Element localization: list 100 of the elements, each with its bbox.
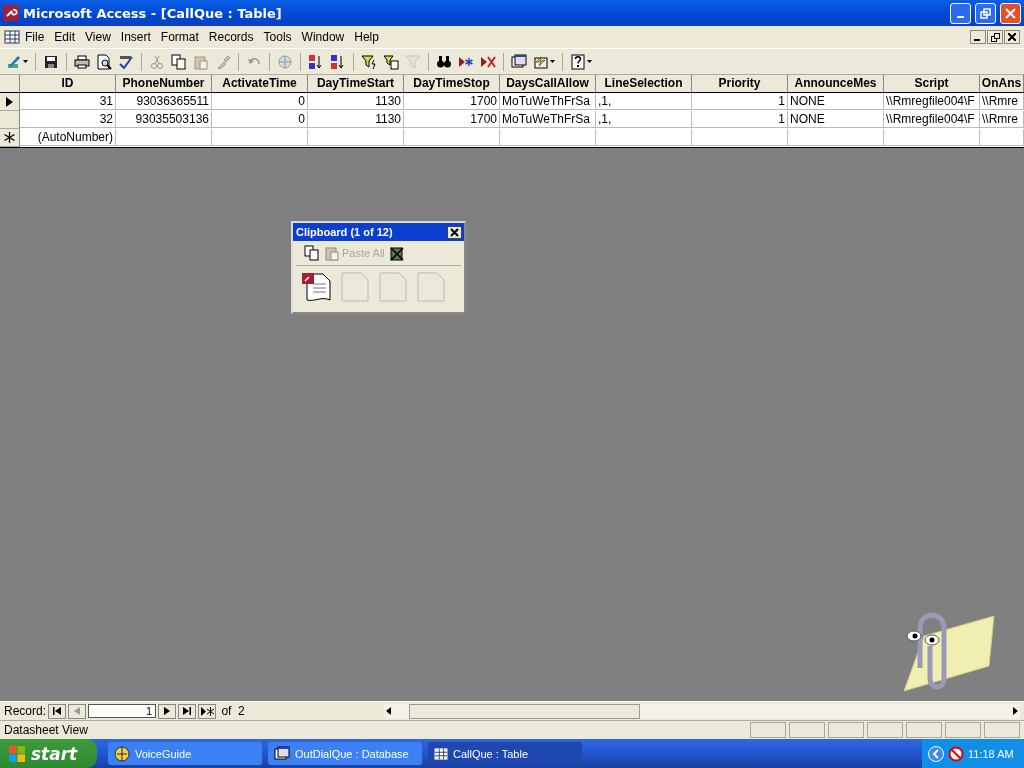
table-icon (434, 746, 448, 761)
menu-item[interactable]: View (80, 28, 116, 46)
taskbar-button[interactable]: OutDialQue : Database (268, 742, 422, 765)
clipboard-item-icon[interactable] (301, 272, 331, 302)
status-pane (945, 722, 981, 738)
menu-item[interactable]: Format (155, 28, 204, 46)
column-header[interactable]: DaysCallAllow (500, 75, 596, 93)
start-button[interactable]: start (0, 739, 97, 768)
restore-icon (980, 7, 991, 19)
scroll-thumb[interactable] (409, 703, 640, 719)
chevron-left-icon[interactable] (928, 745, 944, 762)
table-cell: 1130 (308, 93, 404, 110)
select-all-corner[interactable] (0, 75, 20, 93)
close-button[interactable] (447, 225, 462, 239)
table-cell: ,1, (596, 111, 692, 128)
clear-all-icon[interactable] (388, 245, 405, 261)
record-number-field[interactable]: 1 (88, 704, 157, 718)
windows-logo-icon (8, 744, 26, 763)
status-text: Datasheet View (4, 723, 89, 737)
copy-icon[interactable] (304, 245, 320, 261)
previous-icon (74, 707, 81, 715)
menu-item[interactable]: Records (203, 28, 259, 46)
table-cell: \\Rmregfile004\F (884, 93, 980, 110)
table-cell: 1700 (404, 93, 500, 110)
printer-icon (74, 53, 90, 70)
column-header[interactable]: DayTimeStart (308, 75, 404, 93)
toolbar-button[interactable] (94, 51, 114, 72)
first-icon (53, 707, 62, 715)
menu-item[interactable]: Edit (49, 28, 81, 46)
sort-ascending-icon (308, 53, 324, 70)
spelling-check-icon (118, 53, 134, 70)
table-cell: 31 (20, 93, 116, 110)
minimize-icon (957, 15, 964, 18)
menu-item[interactable]: Tools (258, 28, 297, 46)
caret-icon (23, 60, 28, 63)
column-header[interactable]: PhoneNumber (116, 75, 212, 93)
menu-item[interactable]: Insert (115, 28, 156, 46)
table-cell: 1 (692, 93, 788, 110)
close-icon (1005, 7, 1016, 19)
table-icon[interactable] (4, 29, 20, 45)
column-header[interactable]: ID (20, 75, 116, 93)
column-header[interactable]: DayTimeStop (404, 75, 500, 93)
asterisk-icon (4, 132, 15, 143)
table-cell (980, 129, 1024, 146)
taskbar-button[interactable]: CallQue : Table (428, 742, 582, 765)
row-selector[interactable] (0, 129, 20, 147)
status-pane (828, 722, 864, 738)
caret-icon (587, 60, 592, 63)
no-sign-icon[interactable] (948, 745, 964, 762)
new-record-icon (200, 706, 214, 716)
table-cell: NONE (788, 93, 884, 110)
toolbar-button[interactable] (568, 51, 594, 72)
next-record-button[interactable] (158, 703, 177, 719)
empty-slot-icon (379, 272, 407, 302)
record-label: Record: (4, 704, 47, 718)
status-pane (789, 722, 825, 738)
help-icon (570, 53, 586, 70)
menu-item[interactable]: Help (349, 28, 384, 46)
taskbar-button[interactable]: VoiceGuide (108, 742, 262, 765)
paste-icon (324, 245, 340, 261)
column-header[interactable]: ActivateTime (212, 75, 308, 93)
menu-item[interactable]: Window (296, 28, 350, 46)
table-cell: MoTuWeThFrSa (500, 93, 596, 110)
close-button[interactable] (1004, 30, 1020, 44)
column-header[interactable]: AnnounceMes (788, 75, 884, 93)
copy-icon (171, 53, 187, 70)
column-header[interactable]: LineSelection (596, 75, 692, 93)
first-record-button[interactable] (48, 703, 67, 719)
window-title: Microsoft Access - [CallQue : Table] (23, 5, 283, 21)
horizontal-scrollbar[interactable] (384, 703, 1020, 719)
panel-title: Clipboard (1 of 12) (296, 226, 393, 238)
minimize-button[interactable] (970, 30, 986, 44)
funnel-icon (405, 53, 421, 70)
last-record-button[interactable] (178, 703, 197, 719)
table-cell: NONE (788, 111, 884, 128)
column-header[interactable]: Priority (692, 75, 788, 93)
caret-icon (550, 60, 555, 63)
table-cell: 1 (692, 111, 788, 128)
print-preview-icon (96, 53, 112, 70)
toolbar-button[interactable] (169, 51, 189, 72)
table-cell: \\Rmregfile004\F (884, 111, 980, 128)
row-selector[interactable] (0, 93, 20, 111)
filter-lightning-icon (361, 53, 377, 70)
new-record-button[interactable] (198, 703, 217, 719)
status-pane (867, 722, 903, 738)
menu-item[interactable]: File (20, 28, 50, 46)
status-pane (984, 722, 1020, 738)
column-header[interactable]: Script (884, 75, 980, 93)
scroll-left-icon (384, 706, 394, 716)
save-icon (43, 53, 59, 70)
column-header[interactable]: OnAns (980, 75, 1024, 93)
current-row-icon (6, 96, 13, 107)
windows-icon (511, 53, 527, 70)
key-app-icon (3, 5, 19, 21)
table-cell: \\Rmre (980, 93, 1024, 110)
empty-slot-icon (341, 272, 369, 302)
table-cell: MoTuWeThFrSa (500, 111, 596, 128)
status-pane (906, 722, 942, 738)
restore-button[interactable] (987, 30, 1003, 44)
table-cell: (AutoNumber) (20, 129, 116, 146)
